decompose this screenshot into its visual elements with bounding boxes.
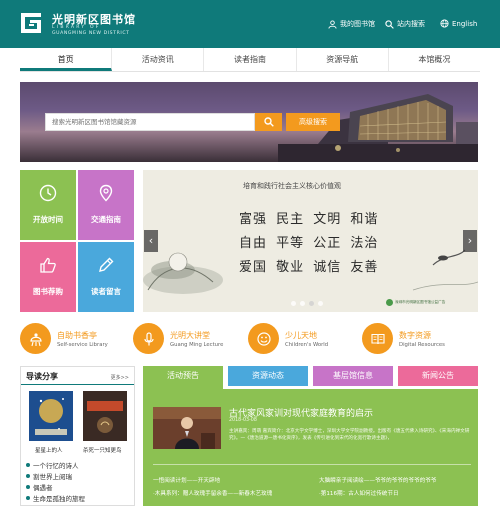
search-icon [263, 117, 274, 127]
library-name-en: LIBRARY OF [52, 25, 101, 30]
tab-branch-info[interactable]: 基层馆信息 [313, 366, 393, 386]
bullet-icon [26, 485, 30, 489]
service-name-en: Self-service Library [57, 342, 108, 348]
location-pin-icon [99, 184, 113, 202]
library-name-en-district: GUANGMING NEW DISTRICT [52, 31, 130, 36]
reading-list-item[interactable]: 偶遇者 [26, 482, 53, 492]
bullet-icon [26, 496, 30, 500]
site-header: 光明新区图书馆 LIBRARY OF GUANGMING NEW DISTRIC… [0, 0, 500, 48]
tab-resource-news[interactable]: 资源动态 [228, 366, 308, 386]
tile-opening-hours[interactable]: 开放时间 [20, 170, 76, 240]
news-list-item[interactable]: ·木具系列：赠人玫瑰手留余香——新春木艺玫瑰 [153, 489, 272, 497]
slide-badge-text: 深圳市光明新区图书馆公益广告 [395, 300, 446, 304]
reading-share-title: 导读分享 [26, 372, 58, 381]
bullet-icon [26, 463, 30, 467]
pencil-icon [99, 257, 114, 272]
reading-list-item[interactable]: 割世界上阅瑞 [26, 471, 72, 481]
nav-resources[interactable]: 资源导航 [297, 48, 389, 71]
book-cover-image[interactable] [83, 391, 127, 441]
clock-icon [39, 184, 57, 202]
slide-dot-active[interactable] [309, 301, 314, 306]
slide-next-button[interactable]: › [463, 230, 477, 252]
tile-opening-hours-label: 开放时间 [33, 215, 63, 224]
tile-transport-guide-label: 交通指南 [91, 215, 121, 224]
user-icon [328, 19, 337, 29]
search-banner: 高级搜索 [20, 82, 478, 162]
book-caption[interactable]: 星星上的人 [35, 446, 63, 454]
slide-dot[interactable] [300, 301, 305, 306]
service-name: 光明大讲堂 [170, 331, 210, 340]
library-logo-icon[interactable] [20, 12, 46, 34]
tab-activity-preview[interactable]: 活动预告 [143, 366, 223, 389]
slide-dot[interactable] [291, 301, 296, 306]
tile-transport-guide[interactable]: 交通指南 [78, 170, 134, 240]
core-values-slideshow[interactable]: 培育和践行社会主义核心价值观 富强 民主 文明 和谐 自由 平等 公正 法治 爱… [143, 170, 478, 312]
microphone-icon [133, 323, 164, 354]
nav-activities[interactable]: 活动资讯 [112, 48, 205, 71]
tab-announcements[interactable]: 新闻公告 [398, 366, 478, 386]
reading-share-panel: 导读分享 更多>> 星星上的人 杀死一只知更鸟 一个行忆的诗人 割世界上阅瑞 偶… [20, 366, 135, 506]
service-name-en: Digital Resources [399, 342, 445, 348]
reading-more-link[interactable]: 更多>> [111, 374, 129, 381]
reading-item-text: 生命是孤独的旅程 [33, 495, 85, 503]
thumbs-up-icon [40, 257, 56, 273]
divider [153, 464, 471, 465]
open-book-icon [362, 323, 393, 354]
main-nav: 首页 活动资讯 读者指南 资源导航 本馆概况 [20, 48, 480, 72]
service-name-en: Guang Ming Lecture [170, 342, 224, 348]
nav-about[interactable]: 本馆概况 [389, 48, 480, 71]
reading-item-text: 一个行忆的诗人 [33, 462, 79, 470]
advanced-search-button[interactable]: 高级搜索 [286, 113, 340, 131]
badge-logo-icon [386, 299, 393, 306]
service-name: 少儿天地 [285, 331, 317, 340]
my-library-label: 我的图书馆 [340, 20, 375, 28]
smiley-face-icon [248, 323, 279, 354]
search-button[interactable] [255, 113, 282, 131]
site-search-label: 站内搜索 [397, 20, 425, 28]
values-row-national: 富强 民主 文明 和谐 [239, 212, 379, 227]
reading-list-item[interactable]: 生命是孤独的旅程 [26, 493, 85, 503]
book-caption[interactable]: 杀死一只知更鸟 [83, 446, 122, 454]
tile-book-recommend-label: 图书荐购 [33, 287, 63, 296]
service-name: 数字资源 [399, 331, 431, 340]
news-list-item[interactable]: ·第116期：古人如何过传统节日 [319, 489, 399, 497]
reading-item-text: 割世界上阅瑞 [33, 473, 72, 481]
slide-title: 培育和践行社会主义核心价值观 [243, 182, 341, 190]
service-name-en: Children's World [285, 342, 329, 348]
news-list-item[interactable]: 一悟阅读计划——开天辟地 [153, 476, 220, 484]
globe-icon [440, 19, 449, 28]
tile-book-recommend[interactable]: 图书荐购 [20, 242, 76, 312]
slide-pagination [291, 301, 323, 306]
news-description: 主讲嘉宾：周萌 嘉宾简介：北京大学文学博士，深圳大学文学院副教授。出版有《唐五代… [229, 429, 470, 441]
english-label: English [452, 19, 478, 28]
nav-reader-guide[interactable]: 读者指南 [204, 48, 297, 71]
english-link[interactable]: English [440, 19, 477, 28]
my-library-link[interactable]: 我的图书馆 [328, 19, 375, 29]
activity-preview-panel: 古代家风家训对现代家庭教育的启示 2018-03-08 主讲嘉宾：周萌 嘉宾简介… [143, 389, 478, 506]
slide-dot[interactable] [318, 301, 323, 306]
news-date: 2018-03-08 [229, 418, 257, 423]
news-list-item[interactable]: 大脑瞬亲子阅读绘——爷爷的爷爷的爷爷的爷爷 [319, 476, 436, 484]
reading-item-text: 偶遇者 [33, 484, 53, 492]
title-underline [21, 384, 134, 385]
search-input[interactable] [45, 113, 255, 131]
search-icon [385, 19, 394, 29]
lecture-speaker-photo[interactable] [153, 407, 221, 449]
values-row-personal: 爱国 敬业 诚信 友善 [239, 260, 379, 275]
book-cover-image[interactable] [29, 391, 73, 441]
book-kiosk-icon [20, 323, 51, 354]
reading-list-item[interactable]: 一个行忆的诗人 [26, 460, 79, 470]
bullet-icon [26, 474, 30, 478]
nav-home[interactable]: 首页 [20, 48, 113, 71]
tile-reader-message[interactable]: 读者留言 [78, 242, 134, 312]
slide-badge: 深圳市光明新区图书馆公益广告 [386, 299, 445, 306]
site-search-link[interactable]: 站内搜索 [385, 19, 425, 29]
values-row-social: 自由 平等 公正 法治 [239, 236, 379, 251]
service-name: 自助书香亭 [57, 331, 97, 340]
slide-prev-button[interactable]: ‹ [144, 230, 158, 252]
tile-reader-message-label: 读者留言 [91, 287, 121, 296]
